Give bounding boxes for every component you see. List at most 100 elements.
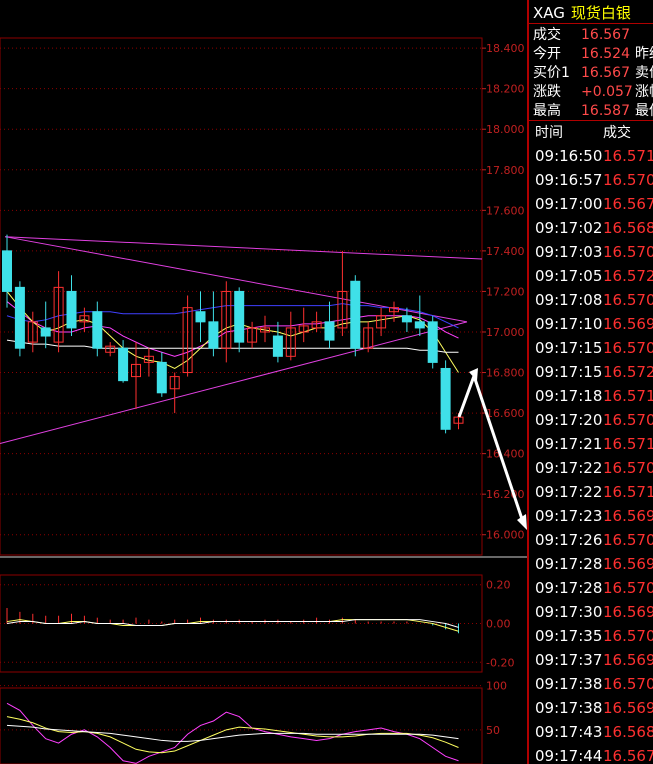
tick-price: 16.570 (603, 627, 653, 645)
tick-price: 16.570 (603, 243, 653, 261)
tick-row: 09:17:3516.570 (535, 627, 653, 651)
quote-row-bid: 买价116.567卖价 (533, 65, 653, 81)
tick-time: 09:17:03 (535, 243, 603, 261)
tick-row: 09:17:4416.567 (535, 747, 653, 764)
tick-time: 09:17:37 (535, 651, 603, 669)
candle-body (2, 250, 12, 292)
tick-time: 09:17:23 (535, 507, 603, 525)
candle-body (324, 321, 335, 341)
candle-body (234, 290, 245, 343)
quote-row-high: 最高16.587最低 (533, 103, 653, 119)
tick-time: 09:17:08 (535, 291, 603, 309)
tick-time: 09:17:21 (535, 435, 603, 453)
ticks-header: 时间 成交 (535, 122, 631, 142)
tick-price: 16.572 (603, 363, 653, 381)
candle-body (401, 315, 412, 323)
candle-body (92, 311, 103, 349)
tick-time: 09:17:20 (535, 411, 603, 429)
tick-row: 09:17:2816.570 (535, 579, 653, 603)
tick-price: 16.572 (603, 267, 653, 285)
y-tick-label: 17.200 (486, 285, 525, 298)
tick-row: 09:17:4316.568 (535, 723, 653, 747)
tick-row: 09:17:2616.570 (535, 531, 653, 555)
candle-body (440, 367, 451, 430)
quote-row-volume: 成交 16.567 (533, 27, 630, 43)
y-tick-label: 0.20 (486, 579, 511, 592)
tick-row: 09:17:1516.572 (535, 363, 653, 387)
tick-price: 16.567 (603, 747, 653, 764)
tick-time: 09:17:38 (535, 699, 603, 717)
tick-price: 16.569 (603, 555, 653, 573)
tick-price: 16.569 (603, 651, 653, 669)
tick-price: 16.569 (603, 699, 653, 717)
tick-row: 09:17:3716.569 (535, 651, 653, 675)
tick-time: 09:17:35 (535, 627, 603, 645)
chart-area: 18.400 18.200 18.000 17.800 17.600 17.400 17.2… (0, 0, 527, 764)
candle-body (66, 290, 77, 329)
quote-panel: XAG现货白银 成交16.567 今开16.524昨结 买价116.567卖价 … (527, 0, 653, 764)
ticks-header-time: 时间 (535, 125, 563, 141)
candle-body (272, 335, 283, 357)
tick-time: 09:17:44 (535, 747, 603, 764)
candle-body (14, 286, 25, 349)
candle-body (208, 321, 219, 349)
tick-time: 09:17:10 (535, 315, 603, 333)
y-tick-label: 100 (486, 680, 507, 693)
tick-price: 16.571 (603, 435, 653, 453)
tick-time: 09:17:28 (535, 555, 603, 573)
ticks-header-price: 成交 (603, 125, 631, 141)
tick-row: 09:17:3816.570 (535, 675, 653, 699)
divider (529, 120, 653, 121)
tick-price: 16.570 (603, 459, 653, 477)
trendline-lower (0, 321, 468, 444)
tick-time: 09:17:43 (535, 723, 603, 741)
tick-price: 16.570 (603, 291, 653, 309)
y-tick-label: 18.400 (486, 42, 525, 55)
tick-price: 16.570 (603, 579, 653, 597)
tick-row: 09:17:0016.567 (535, 195, 653, 219)
y-tick-label: 18.200 (486, 83, 525, 96)
symbol-name: 现货白银 (570, 4, 631, 22)
y-tick-label: -0.20 (486, 656, 514, 669)
tick-price: 16.570 (603, 531, 653, 549)
tick-time: 09:17:18 (535, 387, 603, 405)
tick-row: 09:17:0216.568 (535, 219, 653, 243)
tick-price: 16.569 (603, 603, 653, 621)
tick-price: 16.568 (603, 219, 653, 237)
tick-row: 09:17:1516.570 (535, 339, 653, 363)
tick-price: 16.570 (603, 675, 653, 693)
tick-row: 09:17:0516.572 (535, 267, 653, 291)
candle-body (156, 361, 167, 394)
tick-price: 16.571 (603, 147, 653, 165)
trendline-upper-long (4, 236, 483, 260)
quote-row-change: 涨跌+0.057涨幅 (533, 84, 653, 100)
candle-body (195, 311, 206, 323)
panel-frame-2 (0, 687, 483, 764)
tick-time: 09:17:00 (535, 195, 603, 213)
tick-price: 16.569 (603, 315, 653, 333)
y-tick-label: 17.800 (486, 164, 525, 177)
tick-row: 09:17:3016.569 (535, 603, 653, 627)
y-tick-label: 16.600 (486, 407, 525, 420)
tick-price: 16.571 (603, 387, 653, 405)
tick-row: 09:17:3816.569 (535, 699, 653, 723)
candle-body (414, 321, 425, 329)
tick-price: 16.568 (603, 723, 653, 741)
tick-time: 09:17:22 (535, 459, 603, 477)
tick-time: 09:17:15 (535, 339, 603, 357)
y-tick-label: 16.000 (486, 529, 525, 542)
tick-row: 09:17:1816.571 (535, 387, 653, 411)
y-tick-label: 50 (486, 724, 500, 737)
tick-price: 16.570 (603, 411, 653, 429)
tick-time: 09:17:05 (535, 267, 603, 285)
tick-time: 09:17:15 (535, 363, 603, 381)
tick-row: 09:16:5716.570 (535, 171, 653, 195)
y-tick-label: 17.000 (486, 326, 525, 339)
tick-price: 16.569 (603, 507, 653, 525)
candle-body (350, 280, 361, 349)
tick-price: 16.567 (603, 195, 653, 213)
quote-title: XAG 现货白银 (533, 2, 631, 23)
tick-row: 09:17:2216.570 (535, 459, 653, 483)
tick-row: 09:17:2216.571 (535, 483, 653, 507)
tick-row: 09:16:5016.571 (535, 147, 653, 171)
